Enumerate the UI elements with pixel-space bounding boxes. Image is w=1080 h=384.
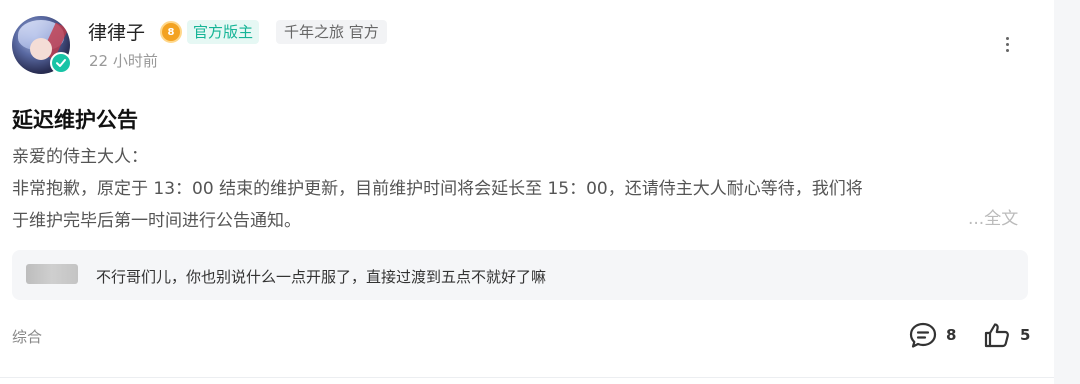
page-side-gutter xyxy=(1054,0,1080,384)
level-badge-icon: 8 xyxy=(160,21,182,43)
level-number: 8 xyxy=(167,26,175,38)
category-label[interactable]: 综合 xyxy=(12,326,42,347)
role-tag: 官方版主 xyxy=(187,20,260,44)
comments-button[interactable]: 8 xyxy=(908,320,956,350)
post-title[interactable]: 延迟维护公告 xyxy=(12,104,138,134)
post-body-line: 于维护完毕后第一时间进行公告通知。 xyxy=(12,211,301,231)
avatar-face-shape xyxy=(30,38,52,60)
thumbs-up-icon xyxy=(984,323,1010,348)
more-vertical-icon[interactable] xyxy=(998,32,1016,56)
like-button[interactable]: 5 xyxy=(982,320,1030,350)
likes-count: 5 xyxy=(1020,326,1031,344)
full-text-link[interactable]: ...全文 xyxy=(946,204,1019,229)
author-name[interactable]: 律律子 xyxy=(88,18,145,45)
top-comment-preview[interactable]: 不行哥们儿，你也别说什么一点开服了，直接过渡到五点不就好了嘛 xyxy=(12,250,1028,300)
post-card[interactable]: 律律子 8 官方版主 千年之旅 官方 22 小时前 延迟维护公告 亲爱的侍主大人… xyxy=(0,0,1054,384)
game-tag[interactable]: 千年之旅 官方 xyxy=(276,20,387,44)
post-body-line: 亲爱的侍主大人： xyxy=(12,147,148,167)
verified-check-icon xyxy=(50,52,72,74)
comments-count: 8 xyxy=(946,326,957,344)
top-comment-text: 不行哥们儿，你也别说什么一点开服了，直接过渡到五点不就好了嘛 xyxy=(96,268,547,286)
comment-bubble-icon xyxy=(909,322,937,348)
blurred-commenter-name xyxy=(26,264,78,284)
post-body-line: 非常抱歉，原定于 13：00 结束的维护更新，目前维护时间将会延长至 15：00… xyxy=(12,179,863,199)
post-time: 22 小时前 xyxy=(89,52,158,70)
